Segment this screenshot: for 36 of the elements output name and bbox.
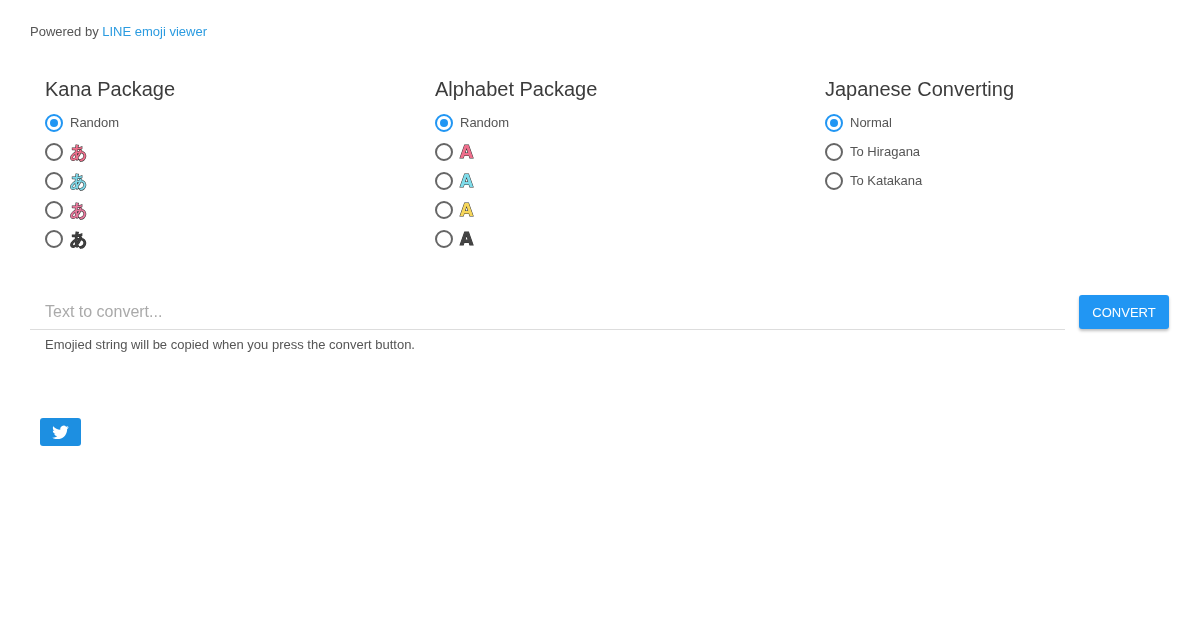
radio-button[interactable] [435,229,453,248]
emoji-letter: A [460,199,474,220]
option-label: To Katakana [850,172,923,189]
radio-button[interactable] [45,171,63,190]
emoji-letter: あ [70,170,87,191]
option-label: Normal [850,114,892,131]
radio-button[interactable] [825,171,843,190]
text-input-field[interactable]: Text to convert... [30,294,1065,330]
group-title: Kana Package [45,77,176,101]
viewer-link[interactable]: LINE emoji viewer [102,24,208,39]
emoji-letter: あ [70,141,87,162]
hint-text: Emojied string will be copied when you press the convert button. [45,337,416,353]
radio-button[interactable] [435,200,453,219]
share-button[interactable] [40,418,81,446]
radio-button[interactable] [825,142,843,161]
emoji-letter: あ [70,228,87,249]
radio-button[interactable] [45,229,63,248]
radio-button[interactable] [435,171,453,190]
option-label: Random [460,114,510,131]
radio-button[interactable] [45,113,63,132]
emoji-letter: A [460,141,474,162]
radio-button[interactable] [45,142,63,161]
radio-button[interactable] [435,113,453,132]
option-label: To Hiragana [850,143,921,160]
radio-button[interactable] [825,113,843,132]
option-label: Random [70,114,120,131]
emoji-letter: あ [70,199,87,220]
emoji-letter: A [460,170,474,191]
convert-button[interactable]: CONVERT [1079,295,1169,329]
group-title: Japanese Converting [825,77,1014,101]
powered-by-text: Powered by LINE emoji viewer [30,23,209,40]
emoji-letter: A [460,228,474,249]
group-title: Alphabet Package [435,77,598,101]
radio-button[interactable] [45,200,63,219]
bird-icon [52,425,69,439]
radio-button[interactable] [435,142,453,161]
